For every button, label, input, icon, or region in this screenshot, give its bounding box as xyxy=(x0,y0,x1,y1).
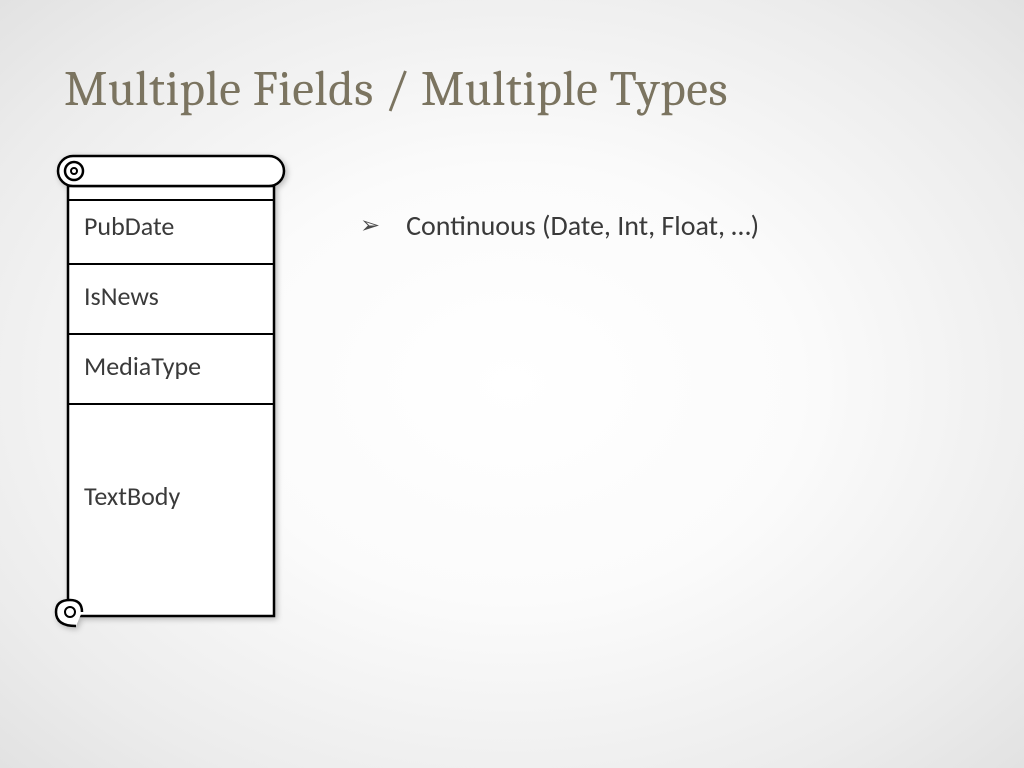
slide-title: Multiple Fields / Multiple Types xyxy=(64,62,728,118)
field-mediatype: MediaType xyxy=(84,350,201,382)
scroll-diagram: PubDate IsNews MediaType TextBody xyxy=(54,150,284,632)
chevron-right-icon: ➢ xyxy=(360,214,380,238)
bullet-text: Continuous (Date, Int, Float, …) xyxy=(406,208,759,243)
field-isnews: IsNews xyxy=(84,280,159,312)
field-textbody: TextBody xyxy=(84,480,180,512)
bullet-item: ➢ Continuous (Date, Int, Float, …) xyxy=(360,208,759,243)
field-pubdate: PubDate xyxy=(84,210,174,242)
